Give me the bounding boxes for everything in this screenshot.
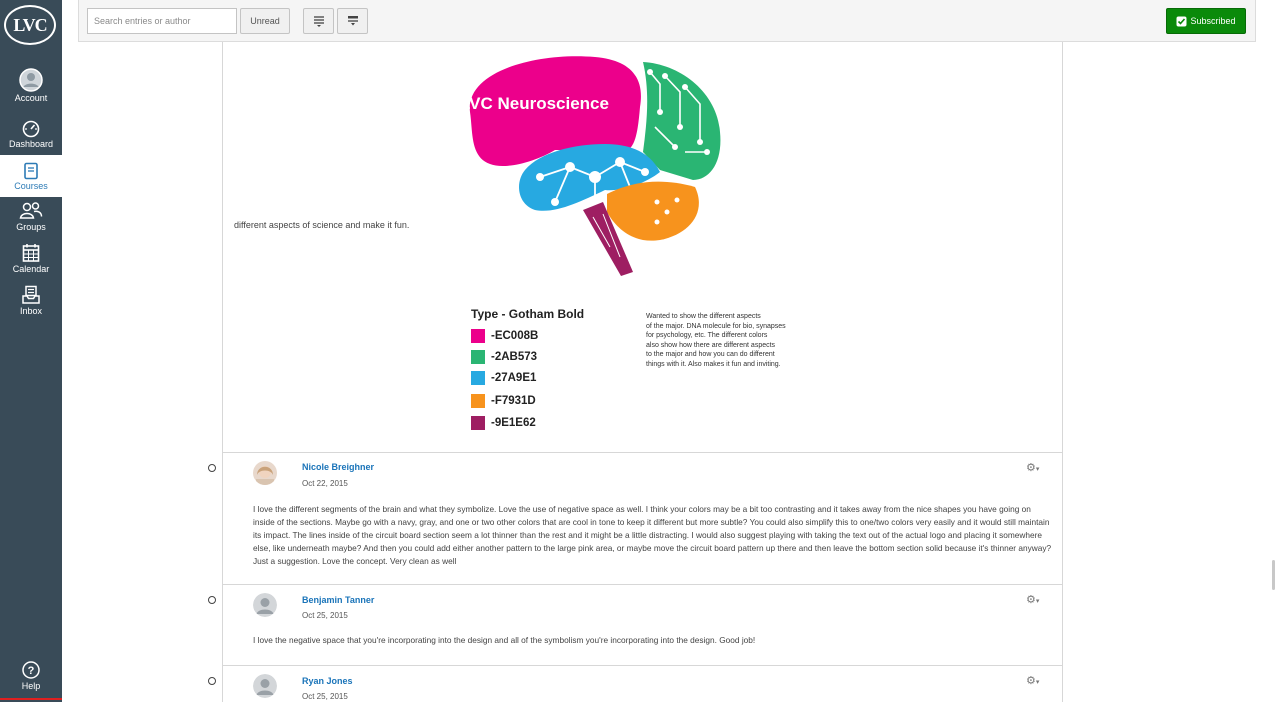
- reply-entry: Ryan Jones Oct 25, 2015 ⚙▾: [208, 666, 1062, 702]
- gear-icon: ⚙: [1026, 462, 1036, 474]
- chevron-down-icon: ▾: [1035, 466, 1040, 473]
- avatar[interactable]: [253, 674, 277, 698]
- nav-inbox[interactable]: Inbox: [0, 285, 62, 327]
- global-nav: LVC Account Dashboard Courses Groups Cal…: [0, 0, 62, 702]
- design-note-line: also show how there are different aspect…: [646, 341, 776, 349]
- brain-logo-title: LVC Neuroscience: [460, 94, 609, 113]
- user-avatar-icon: [19, 68, 43, 92]
- reply-author-link[interactable]: Ryan Jones: [302, 676, 353, 686]
- dashboard-gauge-icon: [22, 120, 40, 138]
- nav-groups-label: Groups: [16, 222, 46, 232]
- expand-threads-icon: [313, 16, 324, 27]
- nav-calendar[interactable]: Calendar: [0, 243, 62, 285]
- nav-dashboard[interactable]: Dashboard: [0, 118, 62, 160]
- color-swatch: [471, 416, 485, 430]
- help-question-icon: ?: [22, 661, 40, 679]
- color-swatch: [471, 371, 485, 385]
- default-avatar-icon: [253, 674, 277, 698]
- avatar[interactable]: [253, 593, 277, 617]
- reply-date: Oct 25, 2015: [302, 692, 348, 701]
- nav-bottom-accent: [0, 698, 62, 700]
- color-swatch-row: -9E1E62: [471, 415, 536, 431]
- nav-account-label: Account: [14, 93, 48, 103]
- svg-text:?: ?: [28, 665, 35, 677]
- typeface-title: Type - Gotham Bold: [471, 307, 585, 321]
- brain-logo-illustration: [469, 56, 721, 276]
- unread-filter-button[interactable]: Unread: [240, 8, 290, 34]
- expand-all-button[interactable]: [303, 8, 334, 34]
- groups-people-icon: [19, 202, 43, 219]
- reply-entry: Benjamin Tanner Oct 25, 2015 ⚙▾ I love t…: [208, 585, 1062, 665]
- nav-dashboard-label: Dashboard: [8, 139, 54, 149]
- color-swatch-label: -9E1E62: [491, 417, 536, 429]
- design-note-line: to the major and how you can do differen…: [646, 351, 775, 359]
- color-swatch-label: -27A9E1: [491, 372, 537, 384]
- search-entries-input[interactable]: [87, 8, 237, 34]
- nav-courses-label: Courses: [14, 181, 48, 191]
- calendar-icon: [22, 244, 40, 262]
- color-swatch-row: -F7931D: [471, 393, 536, 409]
- reply-settings-button[interactable]: ⚙▾: [1026, 593, 1039, 606]
- reply-author-link[interactable]: Nicole Breighner: [302, 462, 374, 472]
- subscribed-label: Subscribed: [1190, 16, 1236, 26]
- unread-indicator-icon[interactable]: [208, 464, 216, 472]
- reply-author-link[interactable]: Benjamin Tanner: [302, 595, 374, 605]
- inbox-tray-icon: [22, 285, 40, 304]
- color-swatch-row: -2AB573: [471, 349, 537, 365]
- lvc-logo[interactable]: LVC: [4, 5, 56, 45]
- color-swatch: [471, 329, 485, 343]
- checkmark-icon: [1176, 16, 1187, 26]
- avatar[interactable]: [253, 461, 277, 485]
- nav-calendar-label: Calendar: [12, 264, 50, 274]
- design-note: Wanted to show the different aspects of …: [646, 312, 806, 370]
- reply-body: I love the negative space that you're in…: [253, 635, 756, 645]
- nav-help[interactable]: ? Help: [0, 660, 62, 702]
- post-body-text: different aspects of science and make it…: [234, 220, 410, 230]
- nav-inbox-label: Inbox: [19, 306, 43, 316]
- design-note-line: Wanted to show the different aspects: [646, 313, 761, 320]
- collapse-all-button[interactable]: [337, 8, 368, 34]
- color-swatch-label: -EC008B: [491, 330, 539, 342]
- reply-body: I love the different segments of the bra…: [253, 504, 1052, 566]
- color-swatch-label: -F7931D: [491, 395, 536, 407]
- gear-icon: ⚙: [1026, 675, 1036, 687]
- user-photo-icon: [253, 461, 277, 485]
- courses-book-icon: [24, 162, 38, 180]
- reply-date: Oct 22, 2015: [302, 479, 348, 488]
- subscribed-button[interactable]: Subscribed: [1166, 8, 1246, 34]
- gear-icon: ⚙: [1026, 594, 1036, 606]
- design-note-line: of the major. DNA molecule for bio, syna…: [646, 322, 786, 330]
- reply-date: Oct 25, 2015: [302, 611, 348, 620]
- discussion-content: different aspects of science and make it…: [208, 42, 1063, 702]
- chevron-down-icon: ▾: [1035, 679, 1040, 686]
- discussion-toolbar: Unread Subscribed: [78, 0, 1256, 42]
- design-note-line: for psychology, etc. The different color…: [646, 332, 768, 340]
- color-swatch-row: -27A9E1: [471, 370, 536, 386]
- color-swatch-row: -EC008B: [471, 328, 538, 344]
- color-swatch-label: -2AB573: [491, 351, 538, 363]
- nav-courses[interactable]: Courses: [0, 155, 62, 197]
- design-note-line: things with it. Also makes it fun and in…: [646, 360, 781, 368]
- unread-indicator-icon[interactable]: [208, 677, 216, 685]
- nav-account[interactable]: Account: [0, 68, 62, 110]
- collapse-threads-icon: [347, 16, 358, 26]
- reply-settings-button[interactable]: ⚙▾: [1026, 461, 1039, 474]
- reply-entry: Nicole Breighner Oct 22, 2015 ⚙▾ I love …: [208, 453, 1062, 584]
- chevron-down-icon: ▾: [1035, 598, 1040, 605]
- nav-help-label: Help: [21, 681, 41, 691]
- default-avatar-icon: [253, 593, 277, 617]
- page-scrollbar[interactable]: [1272, 560, 1275, 590]
- nav-groups[interactable]: Groups: [0, 201, 62, 243]
- color-swatch: [471, 394, 485, 408]
- reply-settings-button[interactable]: ⚙▾: [1026, 674, 1039, 687]
- color-swatch: [471, 350, 485, 364]
- unread-indicator-icon[interactable]: [208, 596, 216, 604]
